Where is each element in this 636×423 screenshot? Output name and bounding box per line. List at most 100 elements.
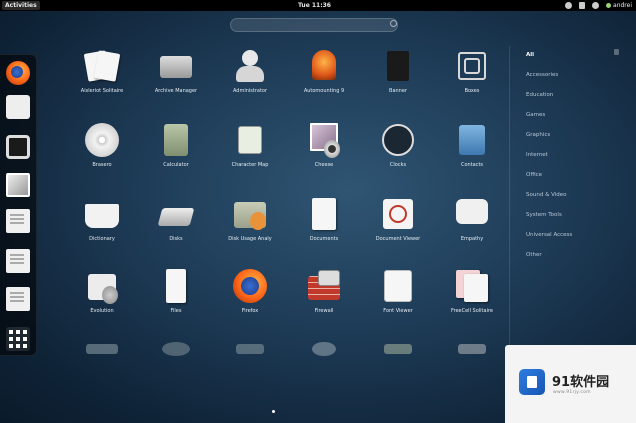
dash-firefox-icon[interactable] bbox=[6, 61, 30, 85]
app-disk-usage[interactable]: Disk Usage Analy bbox=[218, 194, 282, 242]
network-icon[interactable] bbox=[592, 2, 600, 9]
firefox-icon bbox=[230, 266, 270, 306]
app-label: Brasero bbox=[92, 162, 112, 168]
category-universal-access[interactable]: Universal Access bbox=[526, 232, 572, 238]
category-sound-video[interactable]: Sound & Video bbox=[526, 192, 567, 198]
top-bar: Activities Tue 11:36 andrei bbox=[0, 0, 636, 11]
dash-photos-icon[interactable] bbox=[6, 173, 30, 197]
app-calculator[interactable]: Calculator bbox=[144, 120, 208, 168]
mail-icon bbox=[82, 266, 122, 306]
app-label: Empathy bbox=[460, 236, 484, 242]
app-dictionary[interactable]: Dictionary bbox=[70, 194, 134, 242]
user-icon bbox=[230, 46, 270, 86]
watermark-logo-icon bbox=[519, 369, 545, 395]
clock-icon bbox=[378, 120, 418, 160]
app-row5-6[interactable] bbox=[440, 338, 504, 360]
search-icon bbox=[390, 20, 397, 27]
accessibility-icon[interactable] bbox=[565, 2, 573, 9]
app-icon bbox=[230, 338, 270, 360]
category-office[interactable]: Office bbox=[526, 172, 542, 178]
document-viewer-icon bbox=[378, 194, 418, 234]
app-brasero[interactable]: Brasero bbox=[70, 120, 134, 168]
volume-icon[interactable] bbox=[579, 2, 586, 9]
app-icon bbox=[452, 338, 492, 360]
user-menu[interactable]: andrei bbox=[606, 2, 632, 9]
category-other[interactable]: Other bbox=[526, 252, 542, 258]
app-label: Contacts bbox=[460, 162, 484, 168]
app-administrator[interactable]: Administrator bbox=[218, 46, 282, 94]
app-banner[interactable]: Banner bbox=[366, 46, 430, 94]
app-row5-2[interactable] bbox=[144, 338, 208, 360]
cards-icon bbox=[82, 46, 122, 86]
scroll-up-icon[interactable] bbox=[614, 49, 619, 55]
app-label: Documents bbox=[309, 236, 339, 242]
app-firefox[interactable]: Firefox bbox=[218, 266, 282, 314]
app-row5-1[interactable] bbox=[70, 338, 134, 360]
app-label: Clocks bbox=[389, 162, 407, 168]
category-graphics[interactable]: Graphics bbox=[526, 132, 550, 138]
app-label: Archive Manager bbox=[154, 88, 198, 94]
app-clocks[interactable]: Clocks bbox=[366, 120, 430, 168]
app-disks[interactable]: Disks bbox=[144, 194, 208, 242]
show-applications-button[interactable] bbox=[6, 327, 30, 351]
freecell-icon bbox=[452, 266, 492, 306]
app-firewall[interactable]: Firewall bbox=[292, 266, 356, 314]
watermark: 91软件园 www.91rjy.com bbox=[505, 345, 636, 423]
category-system-tools[interactable]: System Tools bbox=[526, 212, 562, 218]
app-label: Administrator bbox=[232, 88, 268, 94]
app-files[interactable]: Files bbox=[144, 266, 208, 314]
disks-icon bbox=[156, 194, 196, 234]
app-label: Aisleriot Solitaire bbox=[80, 88, 124, 94]
app-label: Files bbox=[170, 308, 182, 314]
folder-icon bbox=[230, 194, 270, 234]
banner-icon bbox=[378, 46, 418, 86]
app-font-viewer[interactable]: Font Viewer bbox=[366, 266, 430, 314]
category-games[interactable]: Games bbox=[526, 112, 545, 118]
user-name: andrei bbox=[613, 2, 632, 9]
clock[interactable]: Tue 11:36 bbox=[298, 0, 331, 11]
system-tray: andrei bbox=[565, 0, 632, 11]
app-aisleriot[interactable]: Aisleriot Solitaire bbox=[70, 46, 134, 94]
app-boxes[interactable]: Boxes bbox=[440, 46, 504, 94]
app-label: Evolution bbox=[90, 308, 114, 314]
activities-button[interactable]: Activities bbox=[2, 1, 40, 10]
page-indicator[interactable] bbox=[272, 410, 275, 413]
app-icon bbox=[82, 338, 122, 360]
app-empathy[interactable]: Empathy bbox=[440, 194, 504, 242]
app-archive-manager[interactable]: Archive Manager bbox=[144, 46, 208, 94]
app-documents[interactable]: Documents bbox=[292, 194, 356, 242]
dash-mail-icon[interactable] bbox=[6, 95, 30, 119]
app-row5-5[interactable] bbox=[366, 338, 430, 360]
category-accessories[interactable]: Accessories bbox=[526, 72, 558, 78]
dash bbox=[0, 54, 37, 356]
dash-terminal-icon[interactable] bbox=[6, 135, 30, 159]
disc-icon bbox=[82, 120, 122, 160]
category-education[interactable]: Education bbox=[526, 92, 553, 98]
dash-writer-icon[interactable] bbox=[6, 209, 30, 233]
app-row5-3[interactable] bbox=[218, 338, 282, 360]
app-label: Disks bbox=[169, 236, 183, 242]
app-cheese[interactable]: Cheese bbox=[292, 120, 356, 168]
dash-files-icon[interactable] bbox=[6, 287, 30, 311]
search-input[interactable] bbox=[230, 18, 398, 32]
app-label: Calculator bbox=[163, 162, 189, 168]
category-sidebar: All Accessories Education Games Graphics… bbox=[509, 46, 636, 351]
app-icon bbox=[156, 338, 196, 360]
app-document-viewer[interactable]: Document Viewer bbox=[366, 194, 430, 242]
app-character-map[interactable]: Character Map bbox=[218, 120, 282, 168]
app-automounting[interactable]: Automounting 9 bbox=[292, 46, 356, 94]
app-evolution[interactable]: Evolution bbox=[70, 266, 134, 314]
app-contacts[interactable]: Contacts bbox=[440, 120, 504, 168]
app-icon bbox=[304, 338, 344, 360]
category-all[interactable]: All bbox=[526, 52, 534, 58]
app-label: Boxes bbox=[464, 88, 480, 94]
app-row5-4[interactable] bbox=[292, 338, 356, 360]
category-internet[interactable]: Internet bbox=[526, 152, 548, 158]
contacts-icon bbox=[452, 120, 492, 160]
font-icon bbox=[378, 266, 418, 306]
dash-document-icon[interactable] bbox=[6, 249, 30, 273]
files-icon bbox=[156, 266, 196, 306]
charmap-icon bbox=[230, 120, 270, 160]
app-label: Font Viewer bbox=[383, 308, 413, 314]
app-freecell[interactable]: FreeCell Solitaire bbox=[440, 266, 504, 314]
